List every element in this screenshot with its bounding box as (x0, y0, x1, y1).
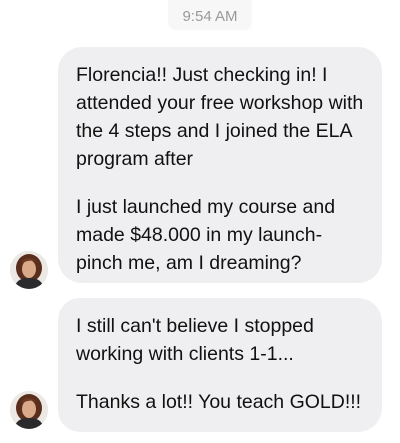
message-text: Florencia!! Just checking in! I attended… (76, 64, 364, 170)
message-text: I just launched my course and made $48.0… (76, 196, 336, 274)
profile-photo-woman-icon (10, 391, 48, 429)
sender-avatar[interactable] (10, 391, 48, 429)
message-bubble[interactable]: Florencia!! Just checking in! I attended… (58, 47, 382, 283)
profile-photo-woman-icon (10, 251, 48, 289)
message-timestamp: 9:54 AM (168, 0, 252, 30)
message-text: Thanks a lot!! You teach GOLD!!! (76, 391, 362, 413)
sender-avatar[interactable] (10, 251, 48, 289)
message-bubble[interactable]: I still can't believe I stopped working … (58, 298, 382, 432)
message-text: I still can't believe I stopped working … (76, 315, 314, 365)
